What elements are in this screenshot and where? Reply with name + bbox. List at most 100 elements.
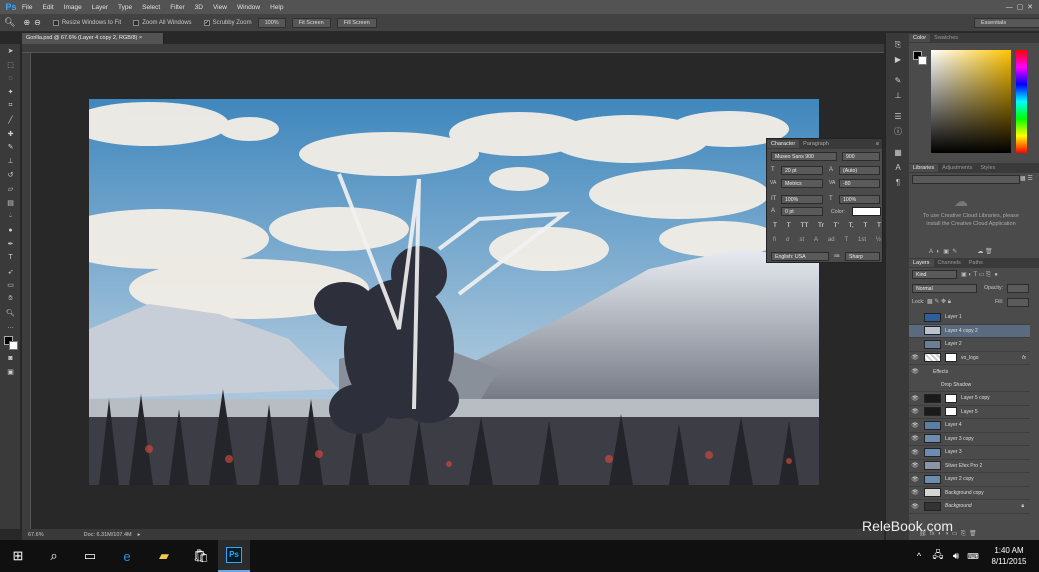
menu-view[interactable]: View — [213, 4, 227, 11]
volume-icon[interactable]: 🔊︎ — [948, 540, 964, 572]
tab-paragraph[interactable]: Paragraph — [799, 140, 833, 148]
eye-icon[interactable]: 👁︎ — [909, 354, 921, 361]
keyboard-icon[interactable]: ⌨ — [966, 540, 980, 572]
photoshop-taskbar-button[interactable]: Ps — [218, 540, 250, 572]
tab-adjustments[interactable]: Adjustments — [938, 164, 976, 172]
menu-edit[interactable]: Edit — [42, 4, 53, 11]
hand-tool-icon[interactable]: ✋︎ — [0, 292, 21, 306]
layer-row-silver-efex-pro-2[interactable]: 👁︎ Silver Efex Pro 2 — [909, 460, 1030, 473]
quick-select-tool-icon[interactable]: ✦ — [0, 85, 21, 99]
scrubby-zoom-checkbox[interactable]: ✓ — [203, 19, 210, 26]
menu-select[interactable]: Select — [142, 4, 160, 11]
fill-field[interactable] — [1007, 298, 1029, 307]
menu-window[interactable]: Window — [237, 4, 260, 11]
blend-mode-select[interactable]: Normal — [912, 284, 977, 293]
character-icon[interactable]: A — [886, 160, 910, 175]
tracking-field[interactable]: -80 — [839, 179, 880, 188]
workspace-select[interactable]: Essentials — [974, 17, 1039, 28]
grid-view-icon[interactable]: ▦ ☰ — [1020, 175, 1033, 182]
clock[interactable]: 1:40 AM 8/11/2015 — [986, 540, 1032, 572]
actions-icon[interactable]: ▶ — [886, 52, 910, 67]
zoom-tool-icon[interactable]: 🔍︎ — [0, 306, 21, 320]
antialias-select[interactable]: Sharp — [845, 252, 880, 261]
small-caps-button[interactable]: Tr — [818, 222, 824, 229]
layer-row-vo-logo[interactable]: 👁︎ vo_logo fx — [909, 352, 1030, 365]
move-tool-icon[interactable]: ➤ — [0, 44, 21, 58]
fx-badge[interactable]: fx — [1022, 355, 1026, 361]
leading-field[interactable]: (Auto) — [839, 166, 880, 175]
menu-layer[interactable]: Layer — [92, 4, 108, 11]
eye-icon[interactable]: 👁︎ — [909, 408, 921, 415]
color-swatches-icon[interactable] — [0, 334, 21, 352]
effects-row[interactable]: 👁︎ Effects — [909, 365, 1030, 379]
eye-icon[interactable]: 👁︎ — [909, 422, 921, 429]
color-picker-field[interactable] — [931, 50, 1011, 153]
layer-filter-select[interactable]: Kind — [912, 270, 957, 279]
eye-icon[interactable]: 👁︎ — [909, 435, 921, 442]
hue-slider[interactable] — [1016, 50, 1027, 153]
brush-presets-icon[interactable]: ✎ — [886, 73, 910, 88]
tab-color[interactable]: Color — [909, 34, 931, 42]
resize-windows-checkbox[interactable] — [52, 19, 59, 26]
menu-type[interactable]: Type — [118, 4, 132, 11]
fit-screen-button[interactable]: Fit Screen — [291, 17, 331, 28]
baseline-field[interactable]: 0 pt — [781, 207, 823, 216]
document-canvas-image[interactable] — [89, 99, 819, 485]
layer-row-background[interactable]: 👁︎ Background 🔒︎ — [909, 500, 1030, 514]
history-brush-icon[interactable]: ↺ — [0, 168, 21, 182]
zoom-all-checkbox[interactable] — [133, 19, 140, 26]
discretionary-ligatures-button[interactable]: st — [799, 237, 804, 243]
eye-icon[interactable]: 👁︎ — [909, 476, 921, 483]
window-controls[interactable]: — ▢ ✕ — [1006, 3, 1033, 11]
eye-icon[interactable]: 👁︎ — [909, 395, 921, 402]
kerning-field[interactable]: Metrics — [781, 179, 823, 188]
library-select[interactable] — [912, 175, 1020, 184]
pen-tool-icon[interactable]: ✒ — [0, 237, 21, 251]
tab-swatches[interactable]: Swatches — [930, 34, 962, 42]
underline-button[interactable]: T — [863, 222, 867, 229]
menu-file[interactable]: File — [22, 4, 32, 11]
tab-channels[interactable]: Channels — [934, 259, 965, 267]
stylistic-alternates-button[interactable]: ad — [828, 237, 835, 243]
lasso-tool-icon[interactable]: ◌ — [0, 72, 21, 86]
layer-row-layer-5-copy[interactable]: 👁︎ Layer 5 copy — [909, 392, 1030, 406]
layer-row-background-copy[interactable]: 👁︎ Background copy — [909, 487, 1030, 500]
layer-row-layer-5[interactable]: 👁︎ Layer 5 — [909, 406, 1030, 419]
layer-row-layer-2[interactable]: Layer 2 — [909, 338, 1030, 352]
ligatures-button[interactable]: fi — [773, 237, 776, 243]
zoom-level[interactable]: 67.6% — [28, 532, 44, 538]
status-arrow-icon[interactable]: ▸ — [138, 532, 141, 538]
info-icon[interactable]: ⓘ — [886, 124, 910, 139]
font-style-select[interactable]: 900 — [842, 152, 880, 161]
tab-styles[interactable]: Styles — [976, 164, 999, 172]
search-icon[interactable]: ⌕ — [42, 540, 66, 572]
healing-tool-icon[interactable]: ✚ — [0, 127, 21, 141]
file-explorer-icon[interactable]: ▰ — [152, 540, 176, 572]
more-tools-icon[interactable]: … — [0, 320, 21, 334]
layer-row-layer-1[interactable]: Layer 1 — [909, 311, 1030, 325]
swash-button[interactable]: A — [814, 237, 818, 243]
eraser-tool-icon[interactable]: ▱ — [0, 182, 21, 196]
zoom-icon[interactable]: 🔍︎ — [4, 17, 15, 28]
font-family-select[interactable]: Museo Sans 900 — [771, 152, 837, 161]
menu-3d[interactable]: 3D — [195, 4, 203, 11]
lock-icons[interactable]: ▩ ✎ ✥ 🔒︎ — [927, 298, 951, 306]
panel-menu-icon[interactable]: ≡ — [876, 141, 882, 147]
show-hidden-icons[interactable]: ^ — [912, 540, 926, 572]
brush-tool-icon[interactable]: ✎ — [0, 141, 21, 155]
layer-row-layer-4[interactable]: 👁︎ Layer 4 — [909, 419, 1030, 433]
paragraph-icon[interactable]: ¶ — [886, 175, 910, 190]
layer-filter-icons[interactable]: ▣ ◐ T ▭ ⎘ ● — [961, 271, 998, 279]
document-tab[interactable]: Gorilla.psd @ 67.6% (Layer 4 copy 2, RGB… — [22, 33, 164, 44]
menu-image[interactable]: Image — [64, 4, 82, 11]
horizontal-scale-field[interactable]: 100% — [839, 195, 880, 204]
eyedropper-tool-icon[interactable]: ╱ — [0, 113, 21, 127]
zoom-100-button[interactable]: 100% — [257, 17, 286, 28]
clone-source-icon[interactable]: ⊥ — [886, 88, 910, 103]
close-tab-icon[interactable]: × — [139, 35, 142, 41]
show-desktop-button[interactable] — [1034, 540, 1038, 572]
layer-row-layer-3[interactable]: 👁︎ Layer 3 — [909, 446, 1030, 460]
blur-tool-icon[interactable]: 💧︎ — [0, 210, 21, 224]
tab-character[interactable]: Character — [767, 140, 800, 148]
language-select[interactable]: English: USA — [771, 252, 829, 261]
